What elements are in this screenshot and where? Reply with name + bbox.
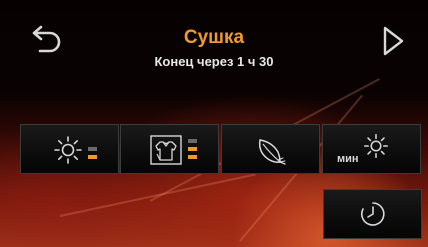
level-bar-on <box>88 155 97 159</box>
feather-icon <box>258 139 286 165</box>
level-bar-on <box>188 155 197 159</box>
level-bar-off <box>88 147 97 151</box>
remaining-time: Конец через 1 ч 30 <box>154 54 274 69</box>
sun-icon <box>54 136 82 164</box>
level-bar-on <box>188 147 197 151</box>
minutes-label: мин <box>337 153 359 165</box>
level-indicator <box>88 147 97 161</box>
background-vein <box>59 173 256 217</box>
shirt-icon <box>150 135 182 165</box>
dryer-display: Сушка Конец через 1 ч 30 мин <box>0 0 428 247</box>
laundry-type-button[interactable] <box>120 124 219 174</box>
gentle-mode-button[interactable] <box>221 124 320 174</box>
level-bar-off <box>188 139 197 143</box>
delay-start-button[interactable] <box>323 189 422 239</box>
level-indicator <box>188 139 197 161</box>
timed-drying-button[interactable]: мин <box>322 124 421 174</box>
clock-icon <box>361 202 385 226</box>
sun-icon <box>363 133 389 159</box>
program-title: Сушка <box>183 27 245 48</box>
dryness-level-button[interactable] <box>20 124 119 174</box>
